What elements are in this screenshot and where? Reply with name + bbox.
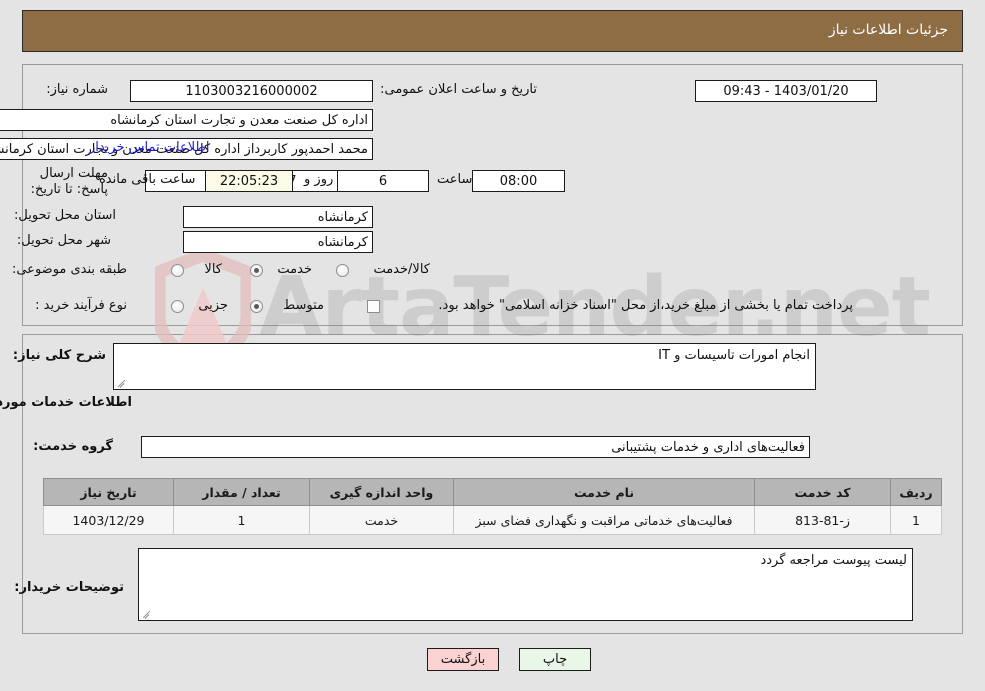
delivery-city-field[interactable]: کرمانشاه [183, 231, 373, 253]
buyer-notes-label: توضیحات خریدار: [14, 580, 124, 595]
treasury-bonds-checkbox[interactable] [367, 300, 380, 313]
deadline-countdown-field: 22:05:23 [205, 170, 293, 192]
buyer-notes-value: لیست پیوست مراجعه گردد [760, 553, 907, 568]
general-desc-value: انجام امورات تاسیسات و IT [658, 348, 810, 363]
delivery-city-label: شهر محل تحویل: [16, 233, 111, 248]
col-quantity: تعداد / مقدار [173, 478, 310, 506]
general-desc-label: شرح کلی نیاز: [12, 348, 106, 363]
col-service-name: نام خدمت [453, 478, 755, 506]
buyer-notes-textarea[interactable]: لیست پیوست مراجعه گردد [138, 548, 913, 621]
cell-row: 1 [890, 505, 942, 535]
subject-category-label: طبقه بندی موضوعی: [11, 262, 127, 277]
services-heading: اطلاعات خدمات مورد نیاز [0, 395, 132, 410]
radio-category-kala-khedmat[interactable] [336, 264, 349, 277]
deadline-days-field[interactable]: 6 [337, 170, 429, 192]
page-title: جزئیات اطلاعات نیاز [828, 22, 948, 38]
radio-category-kala-khedmat-label: کالا/خدمت [373, 262, 430, 277]
table-header-row: ردیف کد خدمت نام خدمت واحد اندازه گیری ت… [43, 478, 942, 506]
deadline-days-label: روز و [304, 172, 334, 187]
deadline-label: مهلت ارسال پاسخ: تا تاریخ: [30, 166, 108, 197]
col-unit: واحد اندازه گیری [309, 478, 454, 506]
window-titlebar: جزئیات اطلاعات نیاز [22, 10, 963, 52]
col-need-date: تاریخ نیاز [43, 478, 174, 506]
service-group-field[interactable]: فعالیت‌های اداری و خدمات پشتیبانی [141, 436, 810, 458]
radio-purchase-motavasset-label: متوسط [283, 298, 324, 313]
buyer-org-field[interactable]: اداره کل صنعت معدن و تجارت استان کرمانشا… [0, 109, 373, 131]
cell-service-name: فعالیت‌های خدماتی مراقبت و نگهداری فضای … [453, 505, 755, 535]
resize-grip-icon-2[interactable] [141, 607, 153, 619]
need-number-label: شماره نیاز: [46, 82, 108, 97]
summary-panel [22, 64, 963, 326]
deadline-time-label: ساعت [437, 172, 473, 187]
service-group-label: گروه خدمت: [33, 439, 113, 454]
buyer-contact-link[interactable]: اطلاعات تماس خریدار [89, 140, 209, 155]
purchase-type-label: نوع فرآیند خرید : [35, 298, 127, 313]
announce-datetime-field[interactable]: 1403/01/20 - 09:43 [695, 80, 877, 102]
need-number-field[interactable]: 1103003216000002 [130, 80, 373, 102]
radio-purchase-jozii[interactable] [171, 300, 184, 313]
cell-need-date: 1403/12/29 [43, 505, 174, 535]
delivery-province-field[interactable]: کرمانشاه [183, 206, 373, 228]
radio-category-kala[interactable] [171, 264, 184, 277]
radio-category-khedmat[interactable] [250, 264, 263, 277]
page-root: ArtaTender.net جزئیات اطلاعات نیاز شماره… [0, 0, 985, 691]
resize-grip-icon[interactable] [116, 376, 128, 388]
table-row[interactable]: 1 ز-81-813 فعالیت‌های خدماتی مراقبت و نگ… [43, 505, 942, 535]
radio-purchase-motavasset[interactable] [250, 300, 263, 313]
delivery-province-label: استان محل تحویل: [14, 208, 116, 223]
radio-category-kala-label: کالا [204, 262, 222, 277]
cell-unit: خدمت [309, 505, 454, 535]
radio-purchase-jozii-label: جزیی [198, 298, 228, 313]
services-table: ردیف کد خدمت نام خدمت واحد اندازه گیری ت… [43, 478, 942, 535]
back-button[interactable]: بازگشت [427, 648, 499, 671]
cell-quantity: 1 [173, 505, 310, 535]
radio-category-khedmat-label: خدمت [277, 262, 312, 277]
treasury-bonds-label: پرداخت تمام یا بخشی از مبلغ خرید،از محل … [438, 298, 853, 313]
deadline-time-field[interactable]: 08:00 [472, 170, 565, 192]
general-desc-textarea[interactable]: انجام امورات تاسیسات و IT [113, 343, 816, 390]
col-service-code: کد خدمت [754, 478, 891, 506]
deadline-remaining-label: ساعت باقی مانده [99, 172, 196, 187]
cell-service-code: ز-81-813 [754, 505, 891, 535]
print-button[interactable]: چاپ [519, 648, 591, 671]
announce-datetime-label: تاریخ و ساعت اعلان عمومی: [380, 82, 537, 97]
col-row: ردیف [890, 478, 942, 506]
